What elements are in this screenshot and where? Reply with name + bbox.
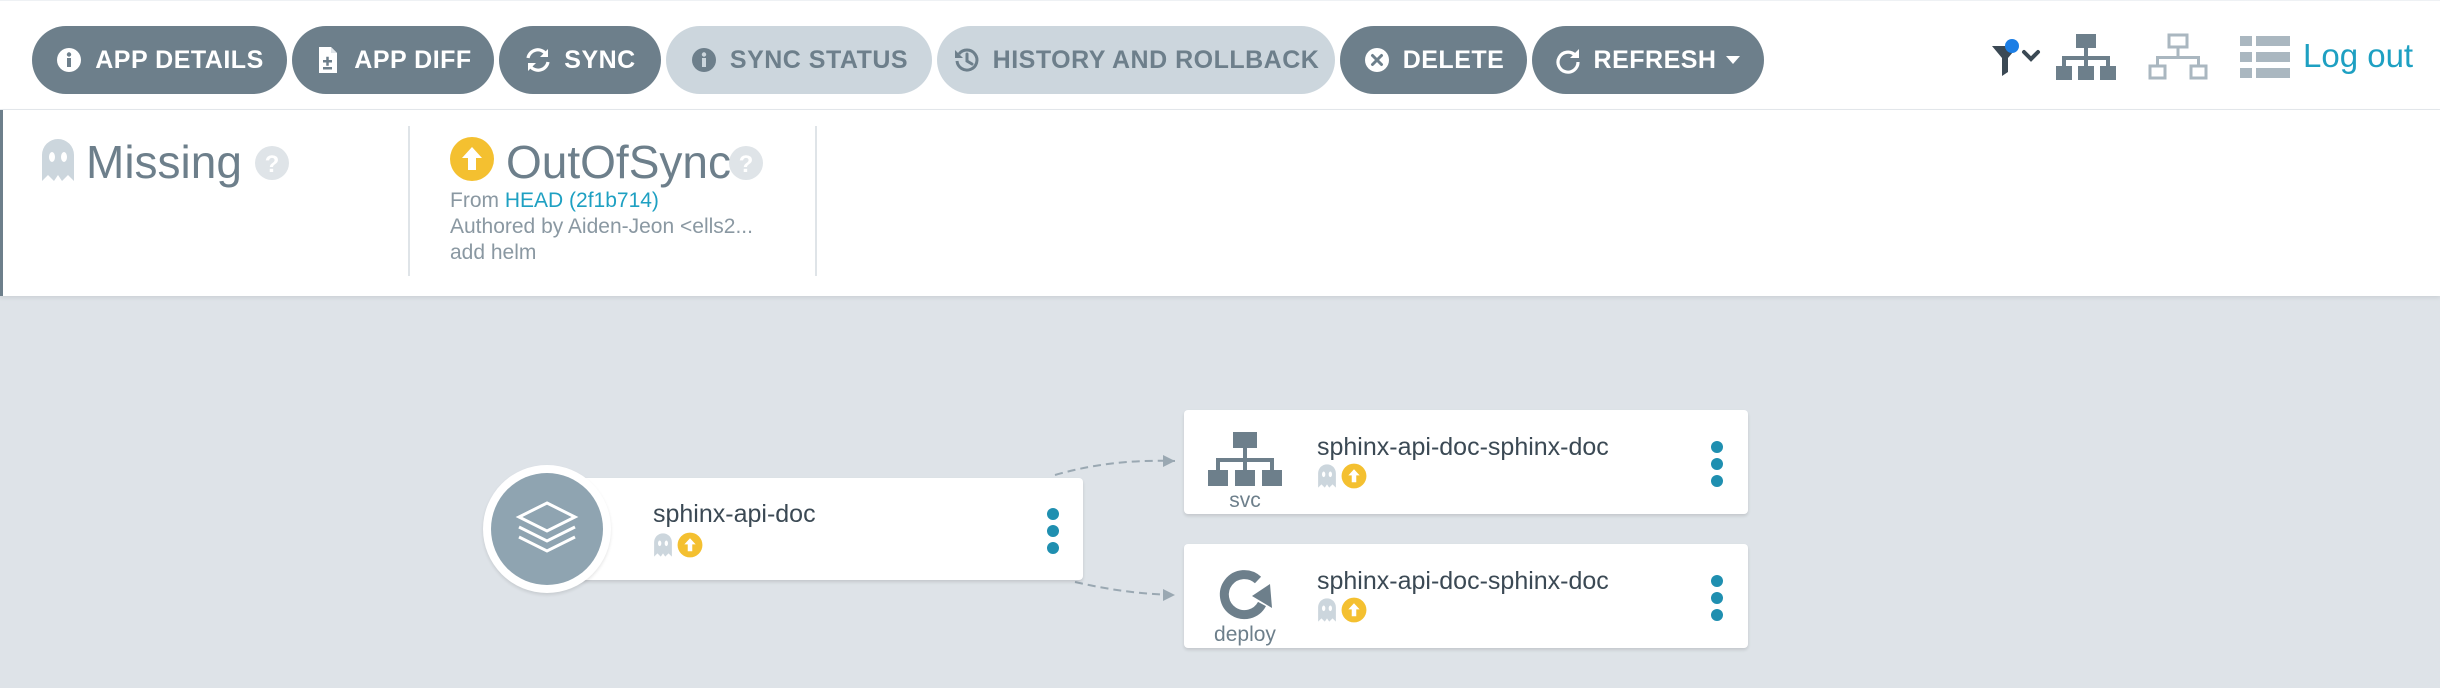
app-node[interactable] [546, 478, 1083, 580]
deploy-kind-label: deploy [1214, 623, 1276, 646]
svc-node-menu[interactable] [1711, 441, 1723, 492]
deploy-node-name: sphinx-api-doc-sphinx-doc [1317, 567, 1609, 595]
deploy-node-status [1317, 597, 1367, 628]
svc-kind-label: svc [1229, 489, 1261, 512]
svc-node-status [1317, 463, 1367, 494]
graph-edge [1074, 581, 1176, 596]
app-node-menu[interactable] [1047, 508, 1059, 559]
deploy-node-menu[interactable] [1711, 575, 1723, 626]
svc-node-name: sphinx-api-doc-sphinx-doc [1317, 433, 1609, 461]
arrowhead-icon [1163, 589, 1175, 601]
ghost-icon [653, 532, 673, 563]
ghost-icon [1317, 463, 1337, 494]
ghost-icon [1317, 597, 1337, 628]
layers-icon [491, 473, 603, 585]
graph-edge [1054, 459, 1176, 476]
app-node-icon-ring [483, 465, 611, 593]
arrow-up-circle-icon [677, 532, 703, 563]
arrow-up-circle-icon [1341, 463, 1367, 494]
app-node-name: sphinx-api-doc [653, 500, 816, 528]
service-icon [1208, 432, 1282, 493]
app-node-status [653, 532, 703, 563]
arrow-up-circle-icon [1341, 597, 1367, 628]
arrowhead-icon [1163, 455, 1175, 467]
deployment-sync-icon [1212, 566, 1278, 627]
